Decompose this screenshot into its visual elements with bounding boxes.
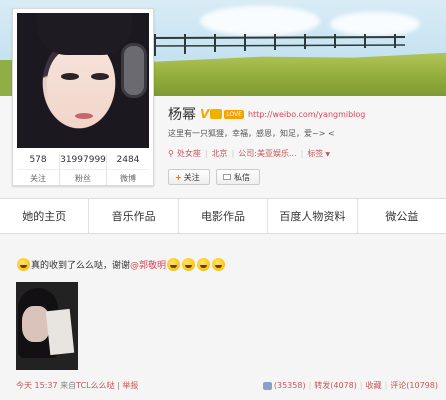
weibo-profile-page: 578 关注 31997999 粉丝 2484 微博 杨幂 V LOVE htt…	[0, 0, 446, 400]
separator: |	[359, 381, 363, 390]
company-ellipsis: ...	[288, 149, 297, 158]
avatar-eye	[91, 73, 109, 80]
headphone-image	[121, 43, 147, 98]
report-link[interactable]: 举报	[122, 381, 138, 390]
post-photo[interactable]	[16, 282, 78, 370]
feed-post: 真的收到了么么哒，谢谢 @郭敬明 今天 15:37 来自TCL么么哒 | 举报 …	[0, 240, 446, 400]
tags-dropdown[interactable]: 标签 ▼	[307, 148, 330, 159]
like-count[interactable]: (35358)	[274, 381, 306, 390]
favorite-link[interactable]: 收藏	[366, 380, 382, 391]
stat-value: 31997999	[60, 155, 106, 165]
love-badge-icon[interactable]: LOVE	[224, 109, 244, 119]
smile-emoji-icon	[212, 258, 226, 271]
message-label: 私信	[234, 172, 250, 182]
separator: |	[384, 381, 388, 390]
tab-baidu-profile[interactable]: 百度人物资料	[268, 199, 358, 233]
shock-emoji-icon	[197, 258, 211, 271]
stat-following[interactable]: 578 关注	[17, 154, 61, 185]
stat-followers[interactable]: 31997999 粉丝	[60, 154, 107, 185]
avatar[interactable]	[17, 13, 149, 148]
location-pin-icon: ⚲	[168, 149, 174, 158]
post-time-link[interactable]: 今天 15:37	[16, 381, 58, 390]
post-actions: (35358) | 转发(4078) | 收藏 | 评论(10798)	[262, 380, 438, 391]
grin-emoji-icon	[167, 258, 181, 271]
post-text-row: 真的收到了么么哒，谢谢 @郭敬明	[16, 258, 226, 271]
avatar-lips	[75, 113, 93, 119]
profile-name-row: 杨幂 V LOVE http://weibo.com/yangmiblog	[168, 104, 365, 124]
avatar-eye	[61, 73, 79, 80]
profile-stats: 578 关注 31997999 粉丝 2484 微博	[17, 154, 149, 185]
verified-icon[interactable]: V	[200, 107, 209, 121]
avatar-card: 578 关注 31997999 粉丝 2484 微博	[12, 8, 154, 186]
tab-music[interactable]: 音乐作品	[89, 199, 179, 233]
post-text: 真的收到了么么哒，谢谢	[31, 261, 131, 271]
stat-label: 微博	[106, 169, 149, 185]
avatar-bangs	[37, 13, 132, 55]
laugh-emoji-icon	[182, 258, 196, 271]
stat-label: 粉丝	[60, 169, 106, 185]
cover-fence-image	[150, 34, 406, 56]
profile-tabs: 她的主页 音乐作品 电影作品 百度人物资料 微公益	[0, 198, 446, 234]
surprised-emoji-icon	[17, 258, 30, 271]
plus-icon: +	[175, 172, 182, 182]
profile-bio: 这里有一只狐狸，幸福，感恩，知足，爱~> <	[168, 129, 335, 138]
thumbs-up-icon[interactable]	[262, 381, 272, 390]
stat-value: 578	[29, 155, 47, 165]
photo-card	[45, 308, 75, 356]
follow-label: 关注	[183, 172, 200, 182]
tab-charity[interactable]: 微公益	[358, 199, 446, 233]
constellation-link[interactable]: 处女座	[177, 148, 201, 159]
company-link[interactable]: 公司:美亚娱乐	[238, 148, 289, 159]
post-meta: 今天 15:37 来自TCL么么哒 | 举报	[16, 380, 138, 391]
tab-home[interactable]: 她的主页	[0, 199, 90, 233]
separator: |	[231, 149, 235, 158]
separator: |	[300, 149, 304, 158]
profile-name: 杨幂	[168, 107, 196, 123]
stat-posts[interactable]: 2484 微博	[106, 154, 149, 185]
location-link[interactable]: 北京	[212, 148, 228, 159]
member-crown-icon[interactable]	[210, 109, 223, 119]
mention-link[interactable]: @郭敬明	[130, 258, 166, 271]
comment-link[interactable]: 评论(10798)	[390, 380, 438, 391]
separator: |	[308, 381, 312, 390]
profile-tags-row: ⚲ 处女座 | 北京 | 公司:美亚娱乐... | 标签 ▼	[168, 148, 330, 159]
stat-value: 2484	[116, 155, 140, 165]
source-prefix: 来自	[60, 381, 77, 390]
envelope-icon	[223, 174, 231, 180]
source-link[interactable]: TCL么么哒	[76, 381, 114, 390]
blog-link[interactable]: http://weibo.com/yangmiblog	[248, 110, 365, 119]
caret-down-icon: ▼	[325, 151, 330, 158]
separator: |	[204, 149, 208, 158]
tags-label: 标签	[307, 149, 324, 158]
repost-link[interactable]: 转发(4078)	[314, 380, 357, 391]
stat-label: 关注	[17, 169, 60, 185]
tab-movies[interactable]: 电影作品	[179, 199, 269, 233]
message-button[interactable]: 私信	[216, 169, 260, 185]
follow-button[interactable]: + 关注	[168, 169, 210, 185]
separator: |	[117, 381, 120, 390]
